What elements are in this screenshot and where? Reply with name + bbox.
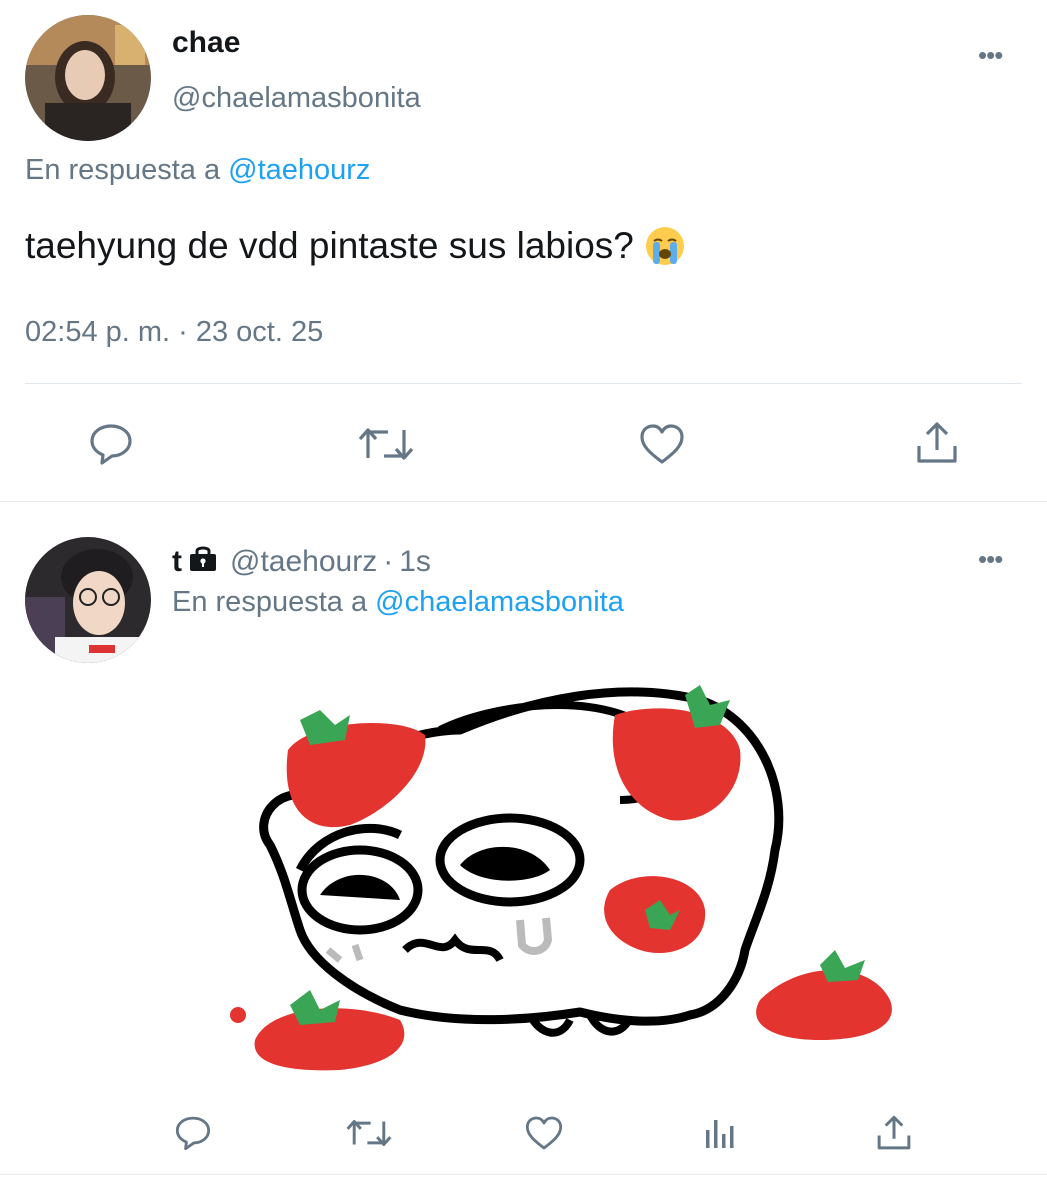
reply-author-handle[interactable]: @taehourz <box>230 545 377 579</box>
reply-author-line: t @taehourz · 1s <box>172 544 431 580</box>
reply-author-avatar[interactable] <box>25 537 151 663</box>
author-name[interactable]: chae <box>172 26 240 60</box>
tweet-body: taehyung de vdd pintaste sus labios? <box>25 225 634 266</box>
reply-action-share-icon[interactable] <box>875 1114 913 1152</box>
reply-author-name[interactable]: t <box>172 545 182 579</box>
reply-tweet-context: En respuesta a @chaelamasbonita <box>172 586 624 619</box>
strawberry-skull-drawing[interactable] <box>200 660 920 1080</box>
retweet-icon[interactable] <box>358 424 414 464</box>
reply-mention-link[interactable]: @taehourz <box>228 154 370 186</box>
reply-icon[interactable] <box>88 422 134 466</box>
more-options-icon[interactable]: ••• <box>978 42 1003 68</box>
author-handle[interactable]: @chaelamasbonita <box>172 82 421 115</box>
reply-time[interactable]: 1s <box>399 545 431 579</box>
share-icon[interactable] <box>914 420 960 466</box>
bottom-divider <box>0 1174 1047 1175</box>
like-icon[interactable] <box>638 422 686 466</box>
loudly-crying-face-icon <box>644 225 686 267</box>
section-divider <box>0 501 1047 502</box>
reply-more-options-icon[interactable]: ••• <box>978 546 1003 572</box>
reply-prefix: En respuesta a <box>25 154 221 186</box>
analytics-icon[interactable] <box>703 1116 737 1150</box>
tweet-text: taehyung de vdd pintaste sus labios? <box>25 225 686 267</box>
reply-tweet-mention-link[interactable]: @chaelamasbonita <box>375 586 624 618</box>
author-avatar[interactable] <box>25 15 151 141</box>
separator: · <box>383 545 394 578</box>
tweet-timestamp[interactable]: 02:54 p. m. · 23 oct. 25 <box>25 316 323 349</box>
divider <box>25 383 1022 384</box>
reply-context: En respuesta a @taehourz <box>25 154 370 187</box>
reply-tweet-prefix: En respuesta a <box>172 586 368 618</box>
reply-action-retweet-icon[interactable] <box>346 1116 392 1150</box>
reply-action-reply-icon[interactable] <box>174 1114 212 1152</box>
reply-action-like-icon[interactable] <box>524 1114 564 1152</box>
lock-icon <box>188 544 218 580</box>
